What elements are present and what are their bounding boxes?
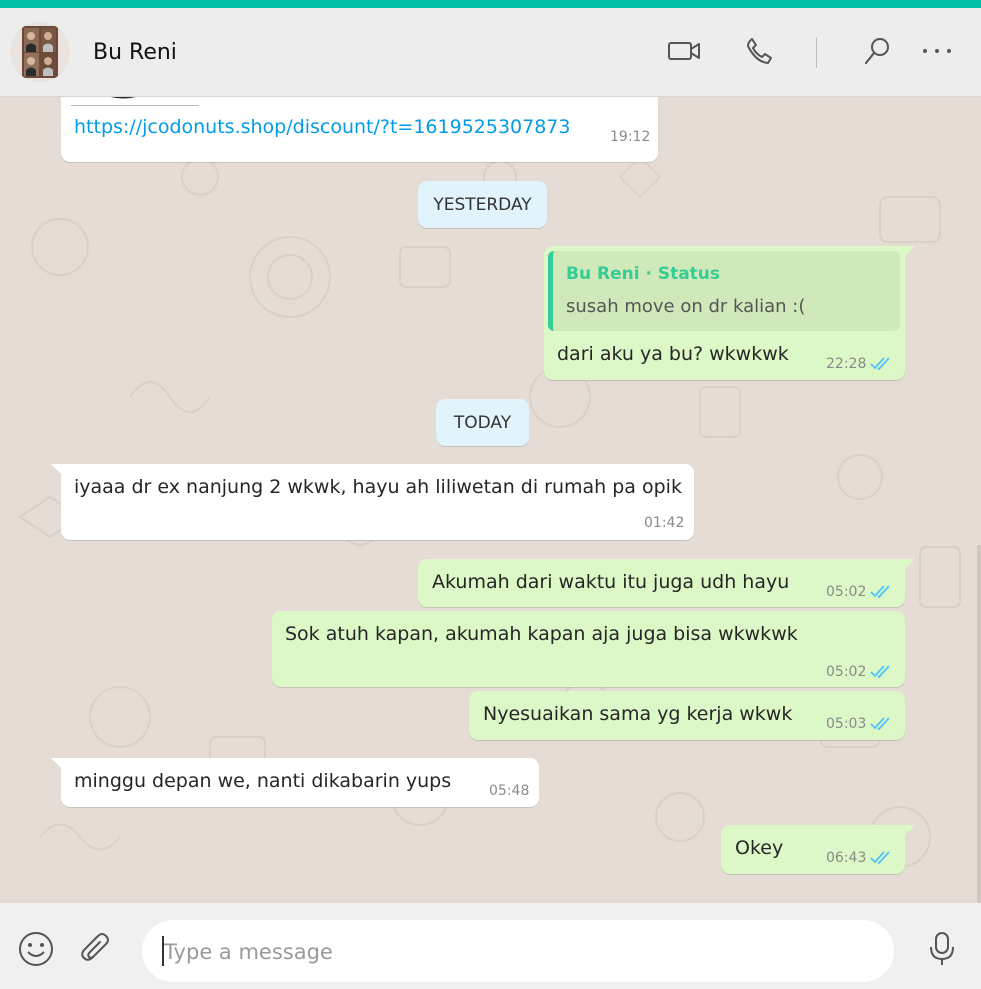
- read-ticks-icon: [870, 717, 890, 730]
- bubble-tail: [51, 758, 63, 770]
- avatar[interactable]: [10, 22, 70, 82]
- message-time: 01:42: [644, 515, 685, 531]
- message-outgoing[interactable]: Sok atuh kapan, akumah kapan aja juga bi…: [272, 611, 905, 687]
- composer-bar: [0, 903, 981, 989]
- quote-text: susah move on dr kalian :(: [566, 296, 806, 317]
- bubble-tail: [51, 464, 63, 476]
- message-text: Nyesuaikan sama yg kerja wkwk: [483, 703, 793, 725]
- voice-call-icon[interactable]: [742, 34, 776, 68]
- day-separator-yesterday: YESTERDAY: [418, 181, 547, 228]
- message-incoming[interactable]: iyaaa dr ex nanjung 2 wkwk, hayu ah lili…: [51, 464, 694, 540]
- message-text: Sok atuh kapan, akumah kapan aja juga bi…: [285, 623, 798, 645]
- message-link[interactable]: ® https://jcodonuts.shop/discount/?t=161…: [61, 97, 658, 162]
- text-caret: [162, 936, 164, 966]
- message-time: 05:02: [826, 584, 867, 600]
- message-incoming[interactable]: minggu depan we, nanti dikabarin yups 05…: [51, 758, 539, 807]
- message-input-box[interactable]: [142, 920, 894, 982]
- bubble-tail: [903, 246, 915, 258]
- message-outgoing[interactable]: Okey 06:43: [721, 825, 915, 874]
- header-divider: [816, 38, 817, 68]
- message-text: dari aku ya bu? wkwkwk: [557, 343, 789, 365]
- attach-icon[interactable]: [75, 927, 119, 971]
- bubble-tail: [903, 559, 915, 571]
- quoted-status[interactable]: Bu Reni · Status susah move on dr kalian…: [548, 251, 900, 331]
- quote-author: Bu Reni · Status: [566, 264, 721, 284]
- chat-area[interactable]: ® https://jcodonuts.shop/discount/?t=161…: [0, 97, 981, 903]
- message-time: 06:43: [826, 850, 867, 866]
- menu-icon[interactable]: [920, 34, 954, 68]
- message-text: Akumah dari waktu itu juga udh hayu: [432, 571, 790, 593]
- message-text: iyaaa dr ex nanjung 2 wkwk, hayu ah lili…: [74, 476, 682, 498]
- message-time: 05:02: [826, 664, 867, 680]
- message-link-url[interactable]: https://jcodonuts.shop/discount/?t=16195…: [74, 116, 571, 138]
- bubble-tail: [903, 825, 915, 837]
- emoji-icon[interactable]: [14, 927, 58, 971]
- message-text: Okey: [735, 837, 784, 859]
- day-separator-today: TODAY: [436, 399, 529, 446]
- read-ticks-icon: [870, 665, 890, 678]
- message-time: 05:48: [489, 783, 530, 799]
- registered-mark: ®: [183, 97, 193, 100]
- message-time: 22:28: [826, 356, 867, 372]
- video-call-icon[interactable]: [667, 34, 701, 68]
- message-input[interactable]: [162, 934, 866, 970]
- search-icon[interactable]: [860, 34, 894, 68]
- contact-name[interactable]: Bu Reni: [93, 40, 177, 65]
- message-text: minggu depan we, nanti dikabarin yups: [74, 770, 452, 792]
- read-ticks-icon: [870, 851, 890, 864]
- message-time: 05:03: [826, 716, 867, 732]
- chat-header: Bu Reni: [0, 8, 981, 97]
- message-time: 19:12: [610, 129, 651, 145]
- message-outgoing[interactable]: Akumah dari waktu itu juga udh hayu 05:0…: [418, 559, 915, 607]
- accent-strip: [0, 0, 981, 8]
- microphone-icon[interactable]: [920, 927, 964, 971]
- jco-logo-image: ®: [71, 97, 199, 106]
- read-ticks-icon: [870, 585, 890, 598]
- message-outgoing[interactable]: Nyesuaikan sama yg kerja wkwk 05:03: [469, 691, 905, 740]
- message-reply[interactable]: Bu Reni · Status susah move on dr kalian…: [544, 246, 915, 380]
- chat-scrollbar[interactable]: [977, 545, 981, 903]
- read-ticks-icon: [870, 357, 890, 370]
